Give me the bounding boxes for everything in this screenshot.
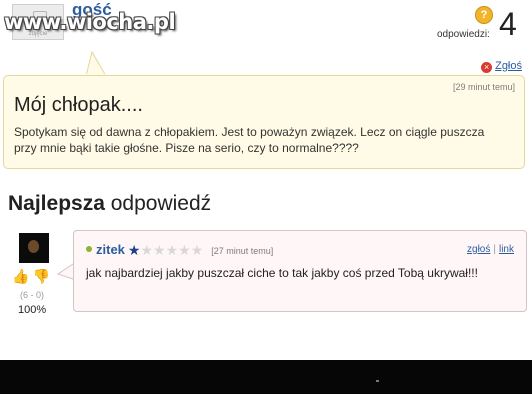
- question-bubble-tail: [85, 50, 108, 78]
- star-empty-icon: ★: [165, 242, 179, 258]
- thumb-down-icon[interactable]: 👎: [32, 268, 49, 284]
- question-title: Mój chłopak....: [14, 94, 143, 116]
- rank-stars: ★★★★★★: [128, 242, 203, 258]
- answers-count: 4: [499, 6, 517, 42]
- question-time: [29 minut temu]: [452, 82, 515, 92]
- thumb-up-icon[interactable]: 👍: [12, 268, 29, 284]
- vote-count: (6 - 0): [20, 290, 45, 300]
- watermark: www.wiocha.pl: [4, 10, 176, 34]
- permalink[interactable]: link: [499, 244, 514, 255]
- report-question-link[interactable]: × Zgłoś: [481, 60, 522, 73]
- online-status-icon: [86, 246, 92, 252]
- vote-percent: 100%: [18, 304, 47, 316]
- best-answer-heading: Najlepsza odpowiedź: [8, 192, 211, 216]
- star-empty-icon: ★: [178, 242, 191, 258]
- answers-label: odpowiedzi:: [437, 29, 490, 40]
- answerer-avatar[interactable]: [19, 233, 49, 263]
- answer-links: zgłoś | link: [467, 244, 514, 255]
- best-answer-heading-rest: odpowiedź: [104, 192, 212, 215]
- star-empty-icon: ★: [190, 242, 204, 258]
- vote-buttons: 👍 👎: [12, 268, 50, 285]
- star-empty-icon: ★: [140, 242, 154, 258]
- report-icon: ×: [481, 62, 493, 73]
- link-separator: |: [493, 244, 496, 255]
- star-filled-icon: ★: [127, 242, 141, 258]
- answer-body: jak najbardziej jakby puszczał ciche to …: [86, 266, 478, 280]
- report-answer-link[interactable]: zgłoś: [467, 244, 490, 255]
- bottom-bar: [0, 360, 532, 394]
- answer-time: [27 minut temu]: [211, 246, 274, 256]
- answer-header: zitek ★★★★★★ [27 minut temu]: [86, 242, 273, 259]
- answerer-name[interactable]: zitek: [96, 242, 125, 257]
- answer-card: zitek ★★★★★★ [27 minut temu] zgłoś | link ja…: [73, 230, 527, 312]
- report-label: Zgłoś: [495, 60, 522, 72]
- star-empty-icon: ★: [153, 242, 166, 258]
- question-bubble-icon: ?: [475, 6, 493, 24]
- question-card: [29 minut temu] Mój chłopak.... Spotykam…: [3, 75, 525, 169]
- question-body: Spotykam się od dawna z chłopakiem. Jest…: [14, 125, 485, 155]
- best-answer-heading-bold: Najlepsza: [8, 192, 105, 215]
